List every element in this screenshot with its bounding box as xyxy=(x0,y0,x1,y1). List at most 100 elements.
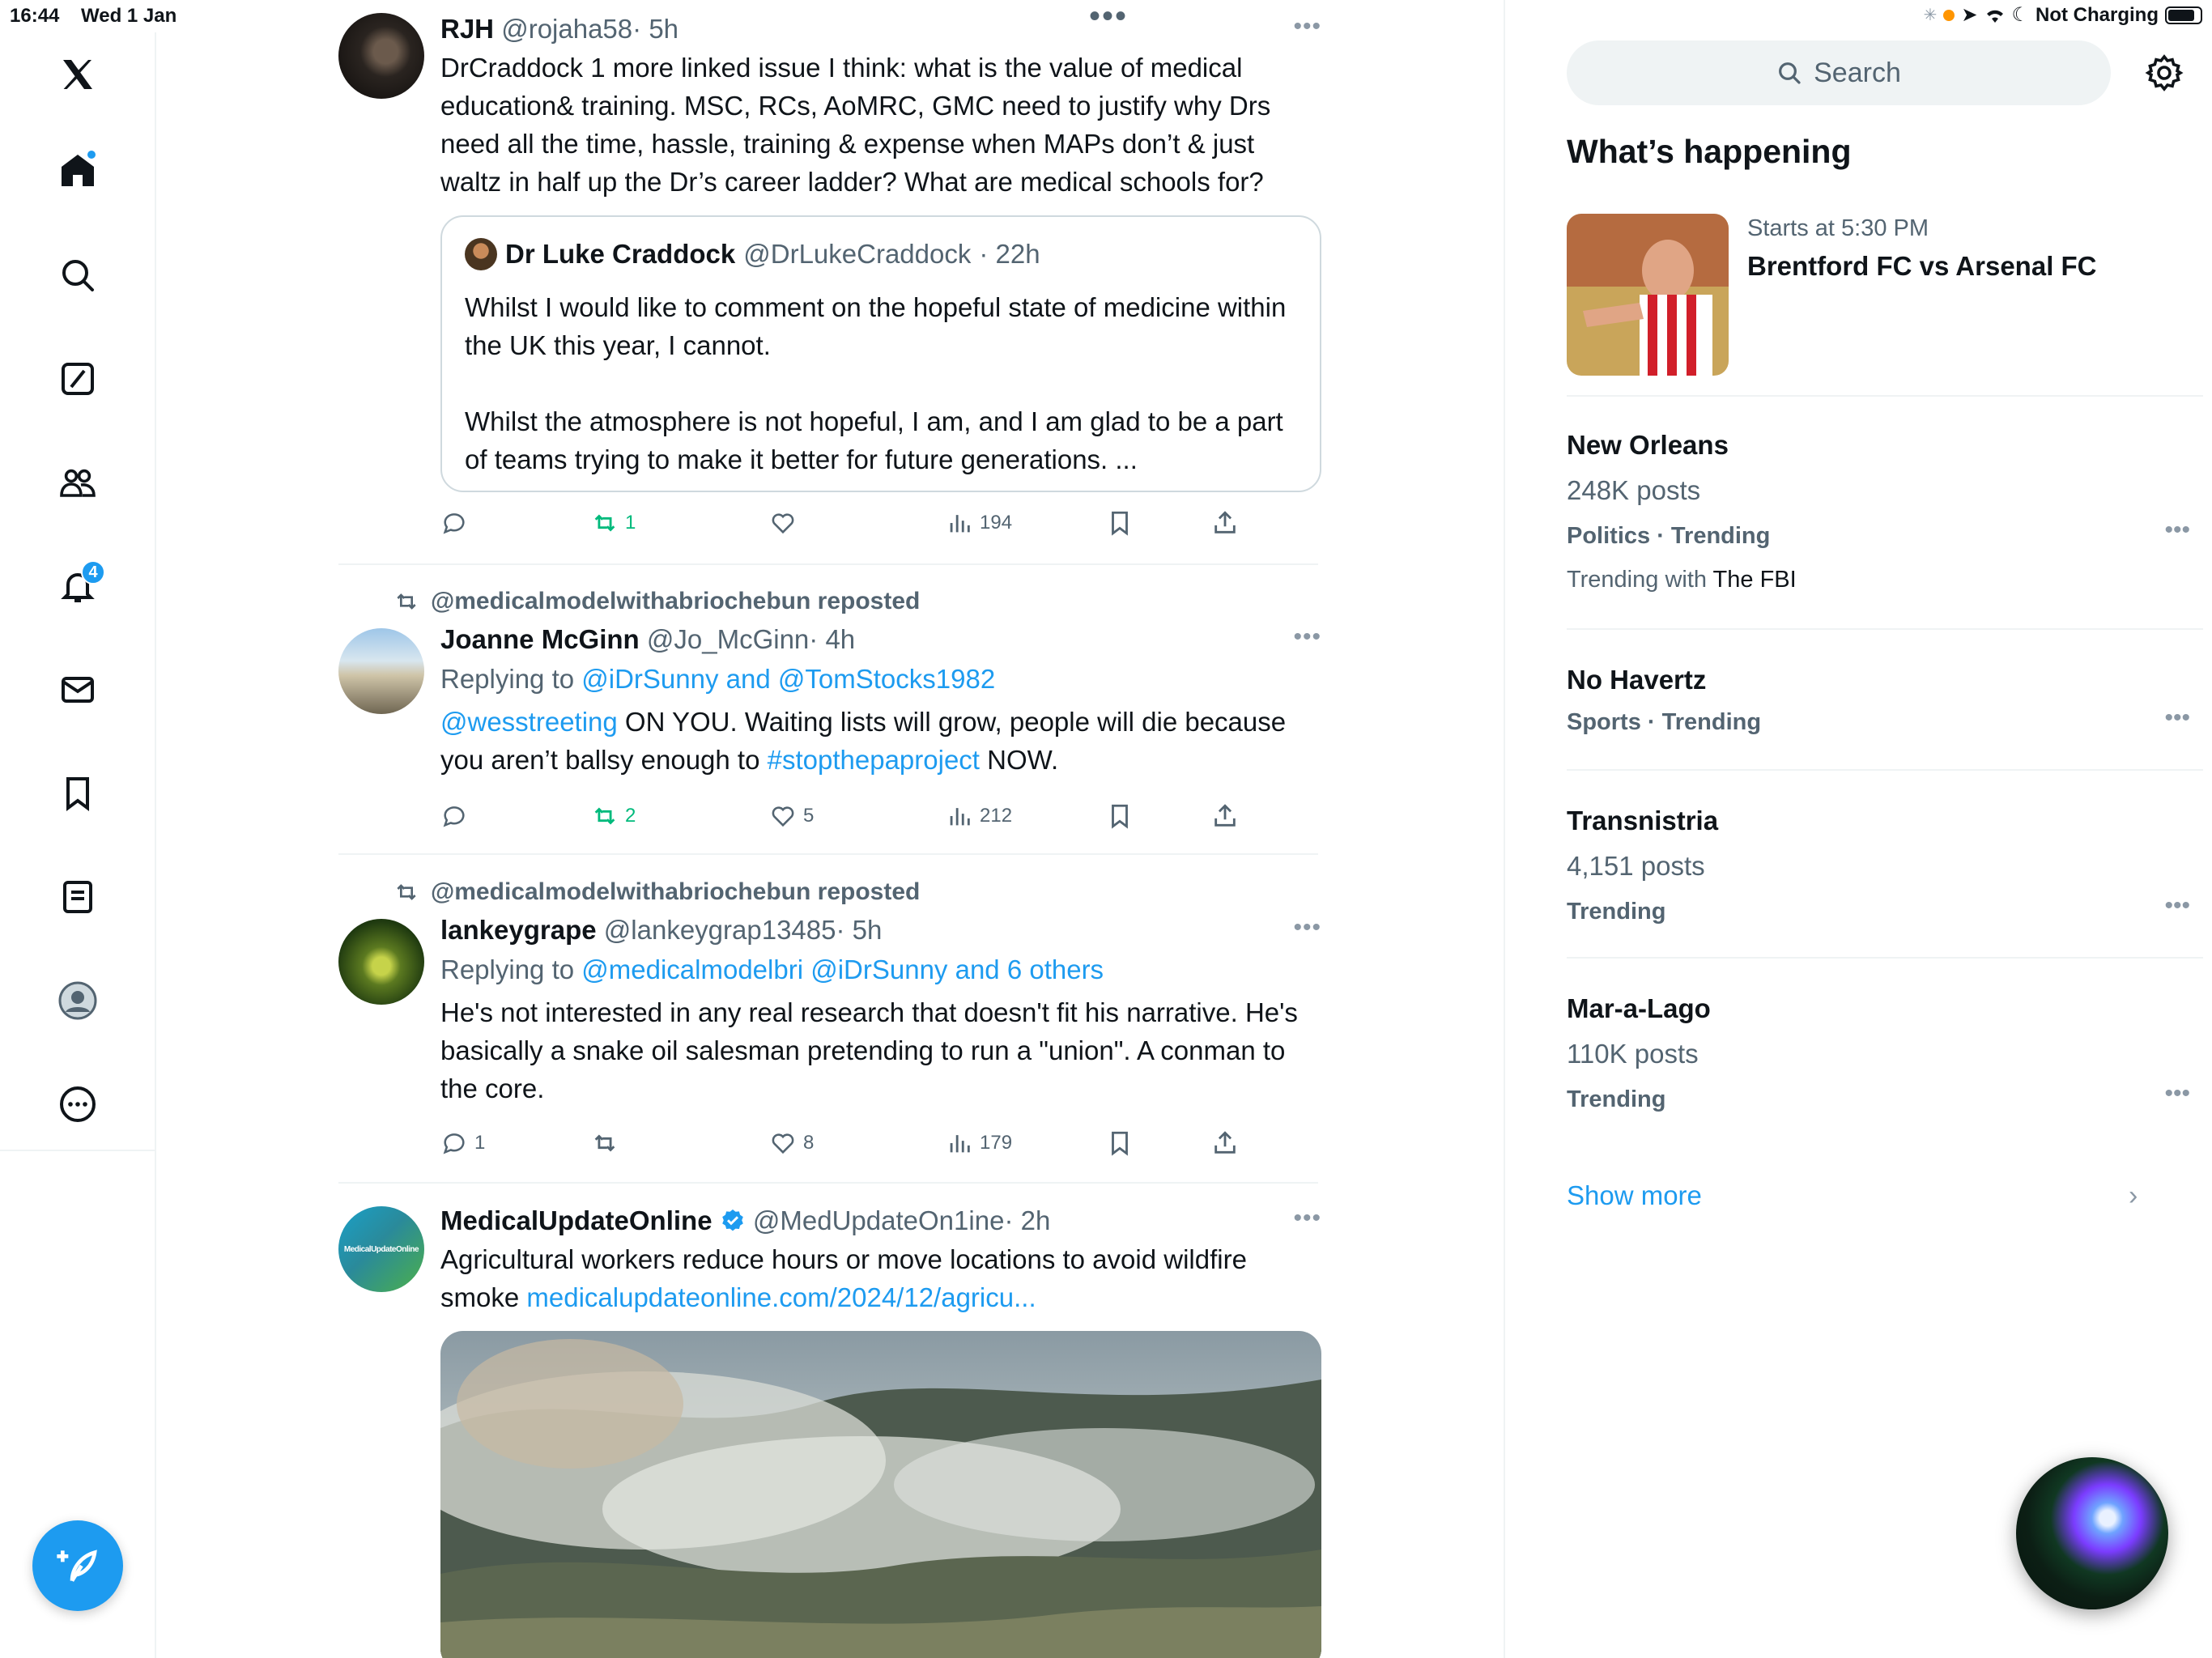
trend-more-icon[interactable]: ••• xyxy=(2164,704,2190,732)
event-image xyxy=(1567,214,1729,376)
trend-more-icon[interactable]: ••• xyxy=(2164,1080,2190,1107)
author-handle[interactable]: @lankeygrap13485 xyxy=(604,915,836,945)
author-handle[interactable]: @Jo_McGinn xyxy=(647,624,809,654)
bookmark-button[interactable] xyxy=(1106,505,1134,541)
tweet-more-icon[interactable]: ••• xyxy=(1293,13,1321,40)
home-unread-dot xyxy=(86,149,97,160)
quoted-tweet[interactable]: Dr Luke Craddock @DrLukeCraddock · 22h Wh… xyxy=(440,215,1321,492)
tweet-more-icon[interactable]: ••• xyxy=(1293,914,1321,942)
bookmark-button[interactable] xyxy=(1106,1125,1134,1161)
tweet-joanne-mcginn[interactable]: @medicalmodelwithabriochebun reposted Jo… xyxy=(338,586,1321,834)
tweet-header: Joanne McGinn @Jo_McGinn· 4h xyxy=(440,623,1321,656)
reply-button[interactable] xyxy=(440,798,474,834)
repost-button[interactable] xyxy=(591,1125,625,1161)
x-logo-icon[interactable] xyxy=(53,50,102,99)
reposted-by: @medicalmodelwithabriochebun reposted xyxy=(393,588,920,615)
trend-item[interactable]: Transnistria 4,151 posts Trending ••• xyxy=(1567,805,2203,926)
trend-item[interactable]: Mar-a-Lago 110K posts Trending ••• xyxy=(1567,993,2203,1114)
tweet-text: DrCraddock 1 more linked issue I think: … xyxy=(440,53,1271,197)
share-button[interactable] xyxy=(1211,1125,1239,1161)
tweet-medicalupdateonline[interactable]: MedicalUpdateOnline MedicalUpdateOnline … xyxy=(338,1205,1321,1658)
chevron-right-icon[interactable]: › xyxy=(2129,1180,2138,1212)
share-icon xyxy=(1214,804,1236,827)
views-button[interactable]: 212 xyxy=(946,798,1012,834)
post-time: · 5h xyxy=(836,915,883,945)
mention-link[interactable]: @wesstreeting xyxy=(440,707,618,737)
like-button[interactable]: 5 xyxy=(769,798,814,834)
like-button[interactable]: 8 xyxy=(769,1125,814,1161)
bookmark-button[interactable] xyxy=(1106,798,1134,834)
compose-post-button[interactable] xyxy=(32,1520,123,1611)
replying-prefix: Replying to xyxy=(440,954,582,984)
tweet-more-icon[interactable]: ••• xyxy=(1293,623,1321,651)
trend-item[interactable]: New Orleans 248K posts Politics · Trendi… xyxy=(1567,429,2203,594)
battery-status: Not Charging xyxy=(2035,3,2159,26)
author-handle[interactable]: @MedUpdateOn1ine xyxy=(753,1205,1005,1235)
right-sidebar: Search What’s happening Starts at 5:30 P… xyxy=(1505,32,2212,1658)
trend-separator xyxy=(1567,769,2203,771)
tweet-more-icon[interactable]: ••• xyxy=(1293,1205,1321,1232)
notifications-icon[interactable]: 4 xyxy=(53,560,105,610)
article-link[interactable]: medicalupdateonline.com/2024/12/agricu..… xyxy=(526,1282,1036,1312)
repost-button[interactable]: 1 xyxy=(591,505,636,541)
share-button[interactable] xyxy=(1211,798,1239,834)
trend-more-icon[interactable]: ••• xyxy=(2164,892,2190,920)
reposted-by-text[interactable]: @medicalmodelwithabriochebun reposted xyxy=(431,878,920,906)
view-count: 212 xyxy=(980,805,1013,827)
search-icon[interactable] xyxy=(53,251,102,300)
verified-badge-icon xyxy=(721,1209,743,1231)
quote-header: Dr Luke Craddock @DrLukeCraddock · 22h xyxy=(465,238,1040,270)
author-name[interactable]: Joanne McGinn xyxy=(440,624,640,654)
bookmark-icon xyxy=(1112,511,1128,536)
home-icon[interactable] xyxy=(53,146,102,194)
trend-more-icon[interactable]: ••• xyxy=(2164,517,2190,544)
more-options-icon[interactable] xyxy=(53,1080,102,1129)
grok-icon[interactable] xyxy=(53,355,102,403)
tweet-text: Agricultural workers reduce hours or mov… xyxy=(440,1240,1321,1316)
author-name[interactable]: RJH xyxy=(440,14,494,44)
avatar[interactable] xyxy=(338,919,424,1005)
avatar[interactable] xyxy=(338,13,424,99)
messages-icon[interactable] xyxy=(53,665,102,714)
replying-to-users[interactable]: @iDrSunny and @TomStocks1982 xyxy=(581,664,995,694)
quote-paragraph-1: Whilst I would like to comment on the ho… xyxy=(465,292,1287,360)
repost-button[interactable]: 2 xyxy=(591,798,636,834)
views-button[interactable]: 179 xyxy=(946,1125,1012,1161)
trend-related-topic: The FBI xyxy=(1712,567,1797,593)
bookmark-icon xyxy=(1112,1131,1128,1156)
tweet-separator xyxy=(338,563,1318,565)
settings-gear-icon[interactable] xyxy=(2145,53,2184,92)
tweet-lankeygrape[interactable]: @medicalmodelwithabriochebun reposted la… xyxy=(338,877,1321,1162)
event-card[interactable]: Starts at 5:30 PM Brentford FC vs Arsena… xyxy=(1567,214,2203,408)
tweet-media-image[interactable] xyxy=(440,1331,1321,1658)
trend-title: New Orleans xyxy=(1567,430,1729,460)
lists-icon[interactable] xyxy=(53,873,102,921)
share-button[interactable] xyxy=(1211,505,1239,541)
avatar[interactable]: MedicalUpdateOnline xyxy=(338,1206,424,1292)
trend-title: No Havertz xyxy=(1567,665,1707,695)
profile-avatar-icon[interactable] xyxy=(53,976,102,1025)
siri-orb-icon[interactable] xyxy=(2016,1457,2168,1609)
views-button[interactable]: 194 xyxy=(946,505,1012,541)
show-more-link[interactable]: Show more xyxy=(1567,1180,1702,1211)
share-icon xyxy=(1214,511,1236,534)
reply-button[interactable] xyxy=(440,505,474,541)
quote-text: Whilst I would like to comment on the ho… xyxy=(465,288,1299,478)
trend-item[interactable]: No Havertz Sports · Trending ••• xyxy=(1567,664,2203,737)
replying-to-users[interactable]: @medicalmodelbri @iDrSunny and 6 others xyxy=(581,954,1104,984)
avatar[interactable] xyxy=(338,628,424,714)
communities-icon[interactable] xyxy=(53,458,102,507)
trend-related: Trending with The FBI xyxy=(1567,565,2203,594)
author-name[interactable]: MedicalUpdateOnline xyxy=(440,1205,713,1235)
author-name[interactable]: lankeygrape xyxy=(440,915,597,945)
tweet-rjh[interactable]: RJH @rojaha58· 5h ••• DrCraddock 1 more … xyxy=(338,13,1321,547)
reply-button[interactable]: 1 xyxy=(440,1125,485,1161)
author-handle[interactable]: @rojaha58 xyxy=(501,14,632,44)
reposted-by: @medicalmodelwithabriochebun reposted xyxy=(393,878,920,906)
like-button[interactable] xyxy=(769,505,803,541)
reposted-by-text[interactable]: @medicalmodelwithabriochebun reposted xyxy=(431,588,920,615)
views-icon xyxy=(950,808,970,826)
search-input[interactable]: Search xyxy=(1567,40,2111,105)
bookmarks-icon[interactable] xyxy=(53,769,102,818)
hashtag-link[interactable]: #stopthepaproject xyxy=(768,745,980,775)
